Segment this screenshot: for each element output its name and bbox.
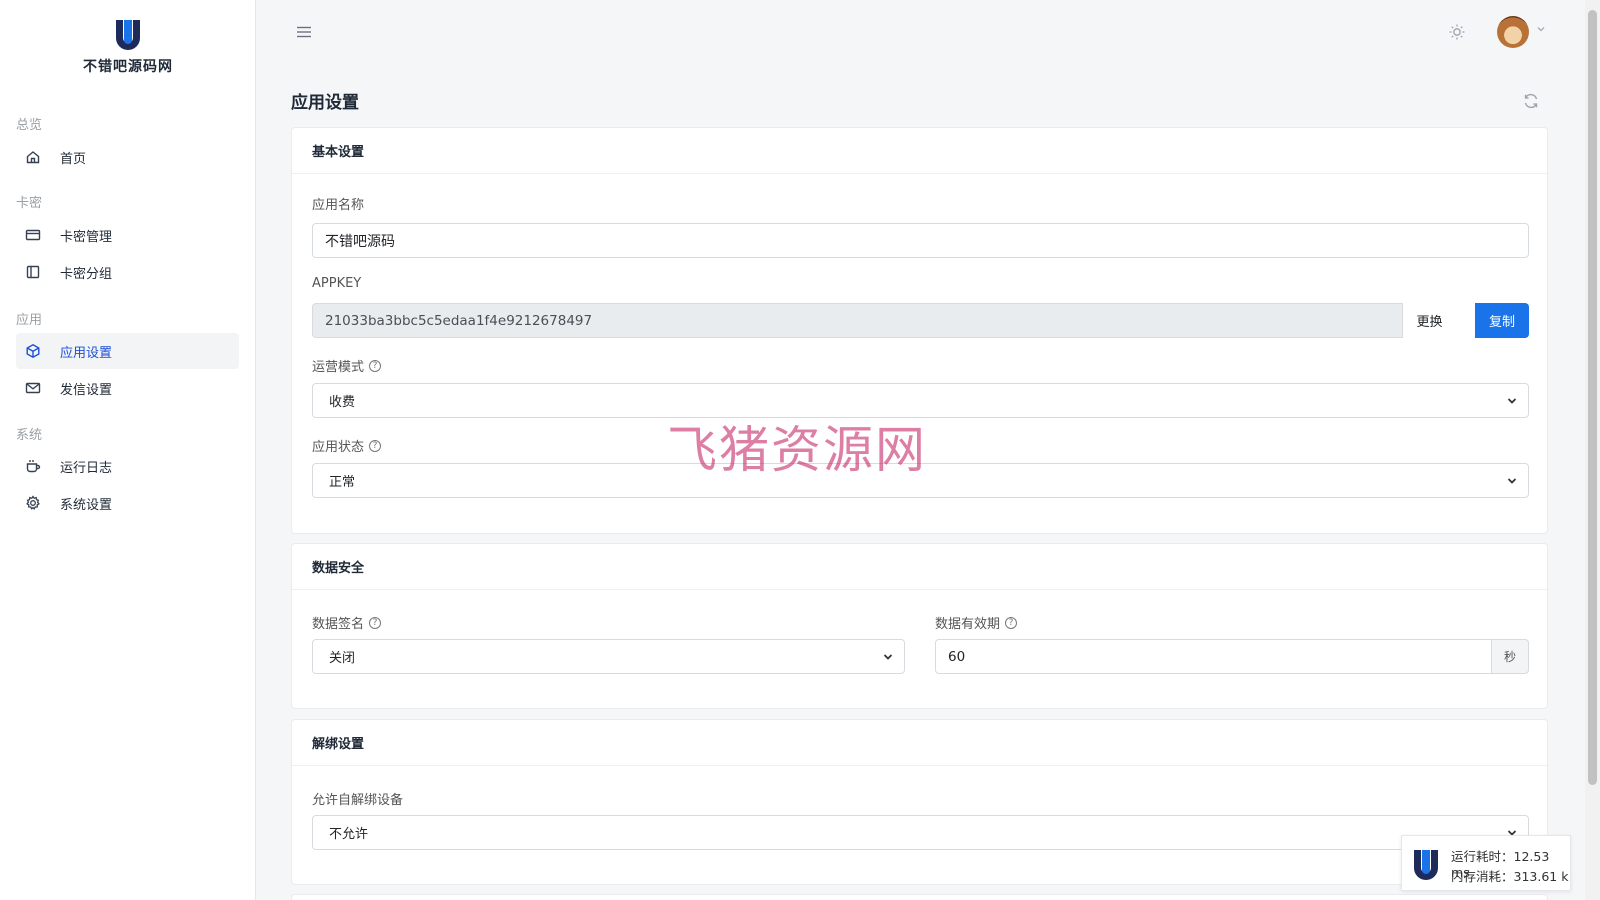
cube-icon — [24, 342, 42, 360]
expiry-label: 数据有效期 — [935, 617, 1001, 632]
nav-group-app: 应用 — [16, 313, 43, 328]
brand-name: 不错吧源码网 — [83, 59, 173, 75]
sidebar-item-system-settings[interactable]: 系统设置 — [16, 485, 239, 521]
brand-logo-icon — [1414, 850, 1438, 880]
sidebar-item-card-management[interactable]: 卡密管理 — [16, 217, 239, 253]
sidebar-item-home[interactable]: 首页 — [16, 139, 239, 175]
page-scrollbar[interactable] — [1585, 0, 1600, 900]
card-icon — [24, 226, 42, 244]
page-title: 应用设置 — [291, 93, 359, 113]
data-sign-select[interactable]: 关闭 — [312, 639, 905, 674]
scrollbar-thumb[interactable] — [1588, 10, 1597, 785]
next-card-edge — [291, 894, 1548, 900]
card-title: 基本设置 — [292, 128, 1547, 174]
sidebar: 不错吧源码网 总览 首页 卡密 卡密管理 卡密分组 应用 应用设置 发信设置 系… — [0, 0, 256, 900]
memory-text: 内存消耗：313.61 k — [1451, 869, 1569, 884]
sign-label-row: 数据签名 ? — [312, 613, 382, 632]
sidebar-item-label: 应用设置 — [60, 345, 113, 361]
appkey-input[interactable]: 21033ba3bbc5c5edaa1f4e9212678497 — [312, 303, 1403, 338]
appkey-label: APPKEY — [312, 276, 362, 291]
refresh-icon[interactable] — [1522, 92, 1540, 110]
status-select-value: 正常 — [329, 475, 356, 490]
help-icon[interactable]: ? — [369, 439, 382, 452]
home-icon — [24, 148, 42, 166]
sidebar-item-label: 卡密分组 — [60, 266, 113, 282]
sign-label: 数据签名 — [312, 617, 365, 632]
status-select[interactable]: 正常 — [312, 463, 1529, 498]
mode-label: 运营模式 — [312, 360, 365, 375]
sidebar-item-label: 首页 — [60, 151, 87, 167]
user-avatar[interactable] — [1497, 16, 1529, 48]
sun-icon[interactable] — [1447, 22, 1467, 42]
brand-logo-icon — [116, 20, 140, 50]
chevron-down-icon — [1507, 398, 1517, 404]
sidebar-panel-icon — [24, 263, 42, 281]
mode-label-row: 运营模式 ? — [312, 356, 382, 375]
app-name-label: 应用名称 — [312, 198, 365, 213]
self-unbind-value: 不允许 — [329, 827, 369, 842]
app-name-input[interactable]: 不错吧源码 — [312, 223, 1529, 258]
help-icon[interactable]: ? — [369, 359, 382, 372]
performance-widget[interactable]: 运行耗时：12.53 ms 内存消耗：313.61 k — [1401, 835, 1571, 891]
sidebar-item-label: 卡密管理 — [60, 229, 113, 245]
chevron-down-icon — [1507, 478, 1517, 484]
nav-group-system: 系统 — [16, 428, 43, 443]
mode-select[interactable]: 收费 — [312, 383, 1529, 418]
expiry-label-row: 数据有效期 ? — [935, 613, 1018, 632]
hamburger-icon[interactable] — [295, 24, 315, 42]
copy-appkey-button[interactable]: 复制 — [1475, 303, 1529, 338]
nav-group-cards: 卡密 — [16, 196, 43, 211]
sidebar-item-label: 运行日志 — [60, 460, 113, 476]
unbind-settings-card: 解绑设置 允许自解绑设备 不允许 — [291, 719, 1548, 885]
status-label-row: 应用状态 ? — [312, 436, 382, 455]
sidebar-item-card-groups[interactable]: 卡密分组 — [16, 254, 239, 290]
status-label: 应用状态 — [312, 440, 365, 455]
card-title: 数据安全 — [292, 544, 1547, 590]
self-unbind-label: 允许自解绑设备 — [312, 793, 404, 808]
sidebar-item-run-log[interactable]: 运行日志 — [16, 448, 239, 484]
sidebar-item-app-settings[interactable]: 应用设置 — [16, 333, 239, 369]
nav-group-overview: 总览 — [16, 118, 43, 133]
self-unbind-select[interactable]: 不允许 — [312, 815, 1529, 850]
mode-select-value: 收费 — [329, 395, 356, 410]
mail-icon — [24, 379, 42, 397]
sidebar-item-mail-settings[interactable]: 发信设置 — [16, 370, 239, 406]
gear-icon — [24, 494, 42, 512]
seconds-unit-addon: 秒 — [1492, 639, 1529, 674]
brand[interactable]: 不错吧源码网 — [0, 18, 256, 76]
basic-settings-card: 基本设置 应用名称 不错吧源码 APPKEY 21033ba3bbc5c5eda… — [291, 127, 1548, 534]
sidebar-item-label: 系统设置 — [60, 497, 113, 513]
card-title: 解绑设置 — [292, 720, 1547, 766]
data-security-card: 数据安全 数据签名 ? 关闭 数据有效期 ? 60 秒 — [291, 543, 1548, 709]
cup-icon — [24, 457, 42, 475]
help-icon[interactable]: ? — [1005, 616, 1018, 629]
data-expiry-input[interactable]: 60 — [935, 639, 1492, 674]
chevron-down-icon — [883, 654, 893, 660]
sidebar-item-label: 发信设置 — [60, 382, 113, 398]
help-icon[interactable]: ? — [369, 616, 382, 629]
data-sign-value: 关闭 — [329, 651, 356, 666]
chevron-down-icon[interactable] — [1536, 24, 1548, 36]
change-appkey-button[interactable]: 更换 — [1403, 303, 1456, 338]
